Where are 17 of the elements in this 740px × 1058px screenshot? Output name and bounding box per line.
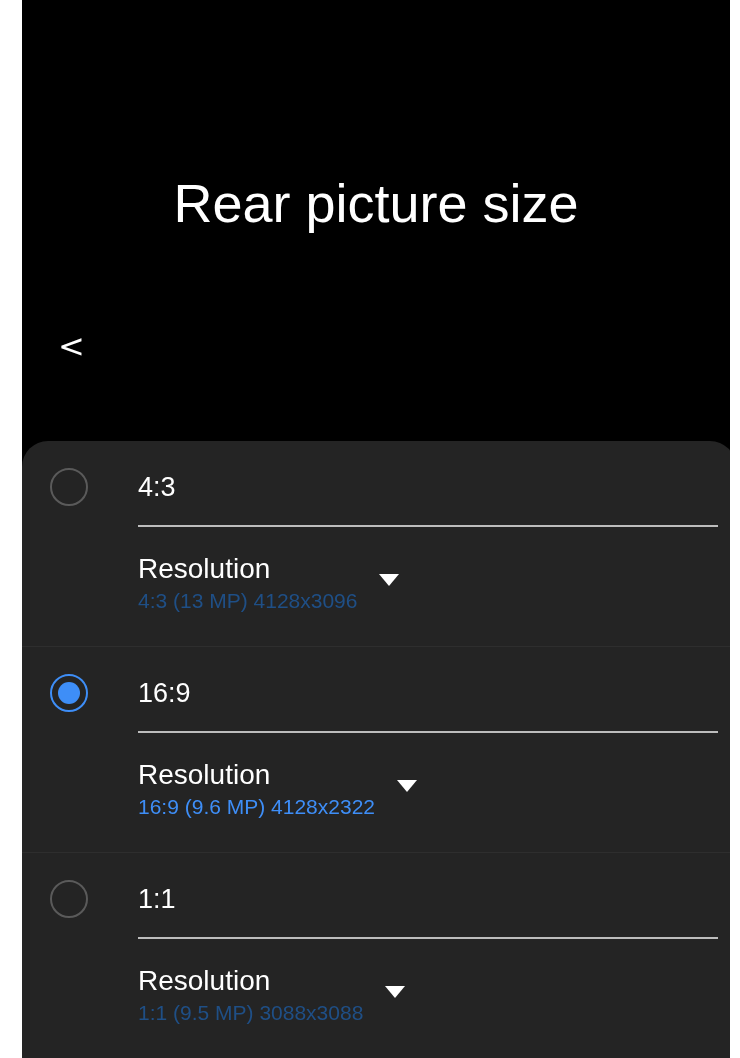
ratio-label[interactable]: 4:3 xyxy=(138,463,718,527)
ratio-label[interactable]: 16:9 xyxy=(138,669,718,733)
radio-button[interactable] xyxy=(50,468,88,506)
resolution-value: 16:9 (9.6 MP) 4128x2322 xyxy=(138,794,375,820)
radio-button[interactable] xyxy=(50,674,88,712)
back-button[interactable]: < xyxy=(52,326,91,366)
resolution-label: Resolution xyxy=(138,552,272,586)
resolution-value: 1:1 (9.5 MP) 3088x3088 xyxy=(138,1000,364,1026)
ratio-label[interactable]: 1:1 xyxy=(138,875,718,939)
radio-button[interactable] xyxy=(50,880,88,918)
dropdown-caret-icon[interactable] xyxy=(379,574,400,586)
dropdown-caret-icon[interactable] xyxy=(397,780,417,792)
page-title: Rear picture size xyxy=(173,172,579,235)
dropdown-caret-icon[interactable] xyxy=(385,986,406,998)
resolution-value: 4:3 (13 MP) 4128x3096 xyxy=(138,588,358,614)
resolution-label: Resolution xyxy=(138,964,272,998)
resolution-label: Resolution xyxy=(138,758,272,792)
